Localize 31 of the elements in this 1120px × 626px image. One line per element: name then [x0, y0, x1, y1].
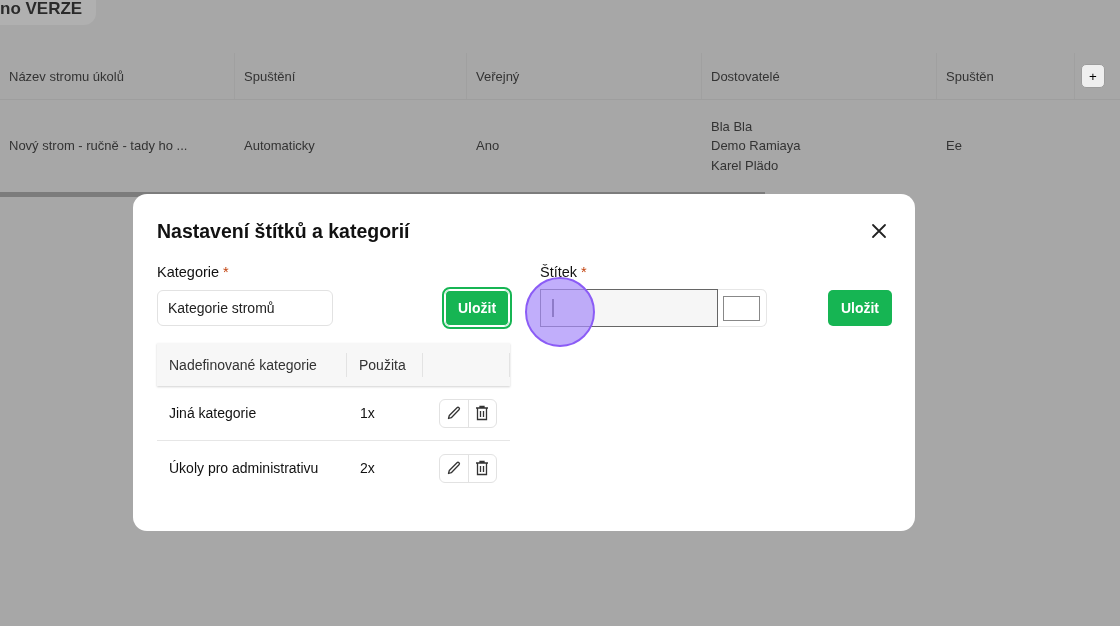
- required-mark: *: [581, 264, 587, 280]
- trash-icon: [475, 460, 490, 476]
- required-mark: *: [223, 264, 229, 280]
- column-header: Název stromu úkolů: [0, 53, 235, 99]
- usage-count: 2x: [360, 460, 376, 476]
- table-cell-text: Automaticky: [244, 137, 316, 156]
- usage-count: 1x: [360, 405, 376, 421]
- pencil-icon: [445, 460, 462, 476]
- column-header: Nadefinované kategorie: [157, 352, 347, 377]
- field-label: Kategorie: [157, 264, 220, 280]
- color-picker[interactable]: [717, 289, 767, 327]
- category-name: Úkoly pro administrativu: [168, 460, 320, 476]
- column-header: Spuštěn: [937, 53, 1075, 99]
- table-cell-text: Demo Ramiaya: [711, 137, 802, 156]
- field-label: Štítek: [540, 264, 578, 280]
- version-badge: no VERZE: [0, 0, 97, 25]
- table-cell-text: Ano: [476, 137, 501, 156]
- dialog-title: Nastavení štítků a kategorií: [157, 219, 410, 243]
- column-header: Veřejný: [467, 53, 702, 99]
- category-input[interactable]: Kategorie stromů: [157, 290, 333, 326]
- column-header: Použita: [347, 352, 423, 377]
- column-header: Spuštění: [235, 53, 467, 99]
- table-cell-text: Karel Plädo: [711, 156, 780, 175]
- add-column-button[interactable]: +: [1081, 64, 1105, 88]
- table-cell-text: Bla Bla: [711, 117, 754, 136]
- table-cell-text: Ee: [946, 137, 963, 156]
- column-header: Dostovatelé: [702, 53, 937, 99]
- table-cell-text: Nový strom - ručně - tady ho ...: [9, 137, 189, 156]
- category-name: Jiná kategorie: [168, 405, 258, 421]
- trash-icon: [475, 405, 490, 421]
- pencil-icon: [445, 405, 462, 421]
